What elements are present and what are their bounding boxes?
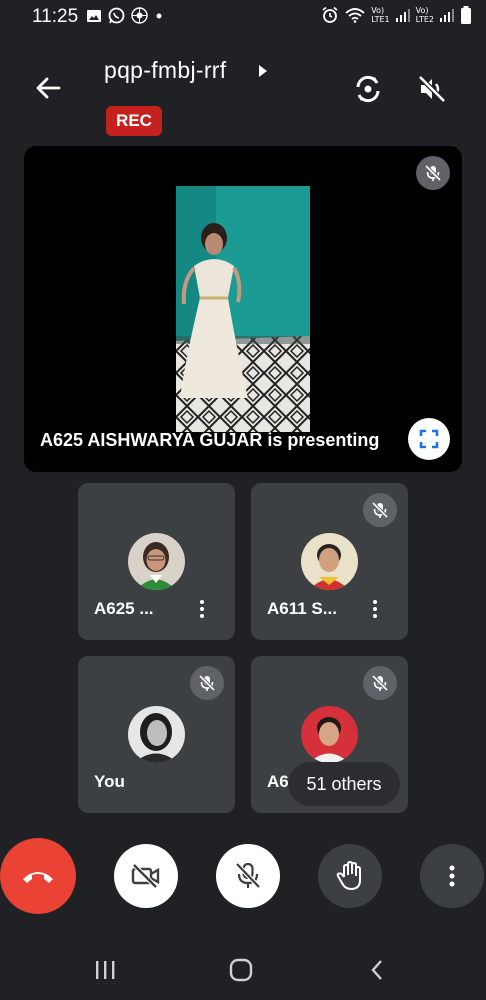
home-button[interactable] bbox=[226, 956, 256, 984]
switch-camera-button[interactable] bbox=[348, 69, 388, 109]
sim2-bottom: LTE2 bbox=[415, 15, 434, 24]
signal-icon bbox=[440, 9, 454, 22]
fullscreen-icon bbox=[419, 429, 439, 449]
muted-indicator bbox=[363, 493, 397, 527]
fullscreen-button[interactable] bbox=[408, 418, 450, 460]
participant-tile-self[interactable]: You bbox=[78, 656, 235, 813]
mic-off-icon bbox=[371, 501, 389, 519]
presentation-video bbox=[176, 186, 310, 432]
presentation-view[interactable]: A625 AISHWARYA GUJAR is presenting bbox=[24, 146, 462, 472]
more-options-button[interactable] bbox=[192, 595, 212, 623]
mic-off-icon bbox=[235, 862, 261, 889]
status-right-icons: Vo) LTE1 Vo) LTE2 bbox=[321, 6, 472, 24]
whatsapp-icon bbox=[108, 7, 125, 24]
speaker-off-icon bbox=[418, 75, 446, 103]
camera-off-icon bbox=[131, 863, 160, 889]
meeting-code[interactable]: pqp-fmbj-rrf bbox=[104, 57, 226, 84]
sim1-top: Vo) bbox=[371, 6, 385, 15]
mic-toggle-button[interactable] bbox=[216, 844, 280, 908]
participant-name: You bbox=[94, 772, 125, 791]
battery-icon bbox=[461, 6, 471, 24]
speaker-toggle-button[interactable] bbox=[412, 69, 452, 109]
avatar-image bbox=[301, 533, 358, 590]
back-nav-button[interactable] bbox=[362, 956, 392, 984]
wifi-icon bbox=[345, 8, 365, 23]
gallery-icon bbox=[87, 9, 101, 22]
presenting-label: A625 AISHWARYA GUJAR is presenting bbox=[40, 430, 380, 450]
participant-name: A625 ... bbox=[94, 599, 154, 618]
avatar-image bbox=[128, 706, 185, 763]
avatar bbox=[301, 533, 358, 590]
mic-off-icon bbox=[198, 674, 216, 692]
muted-indicator bbox=[363, 666, 397, 700]
status-time: 11:25 bbox=[32, 6, 79, 27]
presenter-mute-indicator bbox=[416, 156, 450, 190]
hand-icon bbox=[336, 861, 361, 890]
sim1-bottom: LTE1 bbox=[371, 15, 390, 24]
notification-icons bbox=[86, 7, 164, 24]
end-call-button[interactable] bbox=[0, 838, 76, 914]
arrow-left-icon bbox=[36, 77, 61, 99]
avatar bbox=[128, 533, 185, 590]
signal-icon bbox=[395, 9, 410, 22]
switch-camera-icon bbox=[356, 75, 380, 103]
avatar-image bbox=[301, 706, 358, 763]
back-button[interactable] bbox=[30, 70, 66, 106]
recent-apps-button[interactable] bbox=[90, 956, 120, 984]
more-options-button[interactable] bbox=[365, 595, 385, 623]
sim2-top: Vo) bbox=[415, 6, 429, 15]
mic-off-icon bbox=[424, 164, 442, 182]
recording-badge: REC bbox=[106, 106, 162, 136]
camera-toggle-button[interactable] bbox=[114, 844, 178, 908]
participant-name: A611 S... bbox=[267, 599, 337, 618]
raise-hand-button[interactable] bbox=[318, 844, 382, 908]
others-count-button[interactable]: 51 others bbox=[288, 762, 400, 806]
mic-off-icon bbox=[371, 674, 389, 692]
recent-apps-icon bbox=[96, 961, 115, 979]
more-options-button[interactable] bbox=[420, 844, 484, 908]
avatar-image bbox=[128, 533, 185, 590]
phone-hangup-icon bbox=[23, 872, 53, 883]
sim1-indicator: Vo) LTE1 bbox=[371, 6, 389, 24]
avatar bbox=[128, 706, 185, 763]
sim2-indicator: Vo) LTE2 bbox=[416, 6, 434, 24]
system-nav-bar bbox=[0, 938, 486, 1000]
alarm-icon bbox=[322, 6, 338, 23]
app-icon bbox=[131, 7, 148, 24]
meeting-header: pqp-fmbj-rrf REC bbox=[0, 40, 486, 140]
participant-tile[interactable]: A611 S... bbox=[251, 483, 408, 640]
video-scene bbox=[176, 186, 310, 432]
call-controls bbox=[0, 838, 486, 918]
avatar bbox=[301, 706, 358, 763]
status-bar: 11:25 Vo) LTE1 Vo) LTE2 bbox=[0, 0, 486, 34]
muted-indicator bbox=[190, 666, 224, 700]
more-vertical-icon bbox=[449, 865, 455, 887]
dot-icon bbox=[156, 13, 162, 18]
caret-right-icon[interactable] bbox=[259, 65, 267, 77]
home-icon bbox=[229, 958, 253, 982]
chevron-left-icon bbox=[371, 960, 382, 980]
participant-tile[interactable]: A625 ... bbox=[78, 483, 235, 640]
